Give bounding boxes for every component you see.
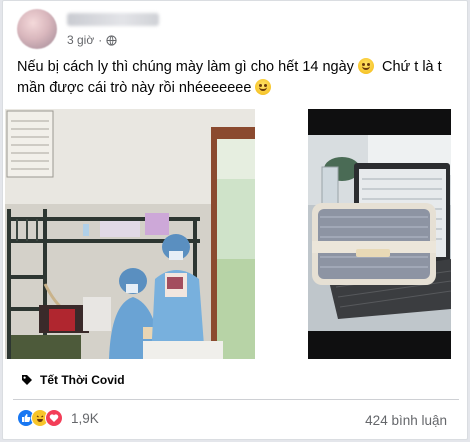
grin-emoji-icon [357, 58, 374, 74]
post-text-line1b: Chứ t là t [373, 59, 442, 75]
post-card: 3 giờ · Nếu bị cách ly thì chúng mày làm… [2, 0, 468, 440]
tag-label: Tết Thời Covid [40, 373, 125, 387]
photo-quarantine-room[interactable] [5, 109, 255, 359]
author-name-blurred[interactable] [67, 13, 159, 26]
reaction-count[interactable]: 1,9K [71, 411, 99, 426]
avatar[interactable] [17, 9, 57, 49]
photo-knitted-bag[interactable] [308, 109, 451, 359]
globe-icon[interactable] [106, 34, 117, 46]
reaction-summary[interactable]: 1,9K [17, 409, 99, 427]
post-text-line1: Nếu bị cách ly thì chúng mày làm gì cho … [17, 59, 354, 75]
post-text-line2: mần được cái trò này rồi nhéeeeeee [17, 80, 252, 96]
post-text: Nếu bị cách ly thì chúng mày làm gì cho … [17, 57, 463, 99]
post-meta: 3 giờ · [67, 33, 117, 47]
tag-icon [22, 375, 32, 385]
comment-count[interactable]: 424 bình luận [365, 413, 447, 428]
love-icon [45, 409, 63, 427]
meta-separator: · [98, 33, 103, 47]
grin-emoji-icon [255, 79, 272, 95]
post-time[interactable]: 3 giờ [67, 33, 94, 47]
post-tag[interactable]: Tết Thời Covid [21, 373, 125, 387]
divider [13, 399, 459, 400]
post-header: 3 giờ · [17, 7, 457, 53]
